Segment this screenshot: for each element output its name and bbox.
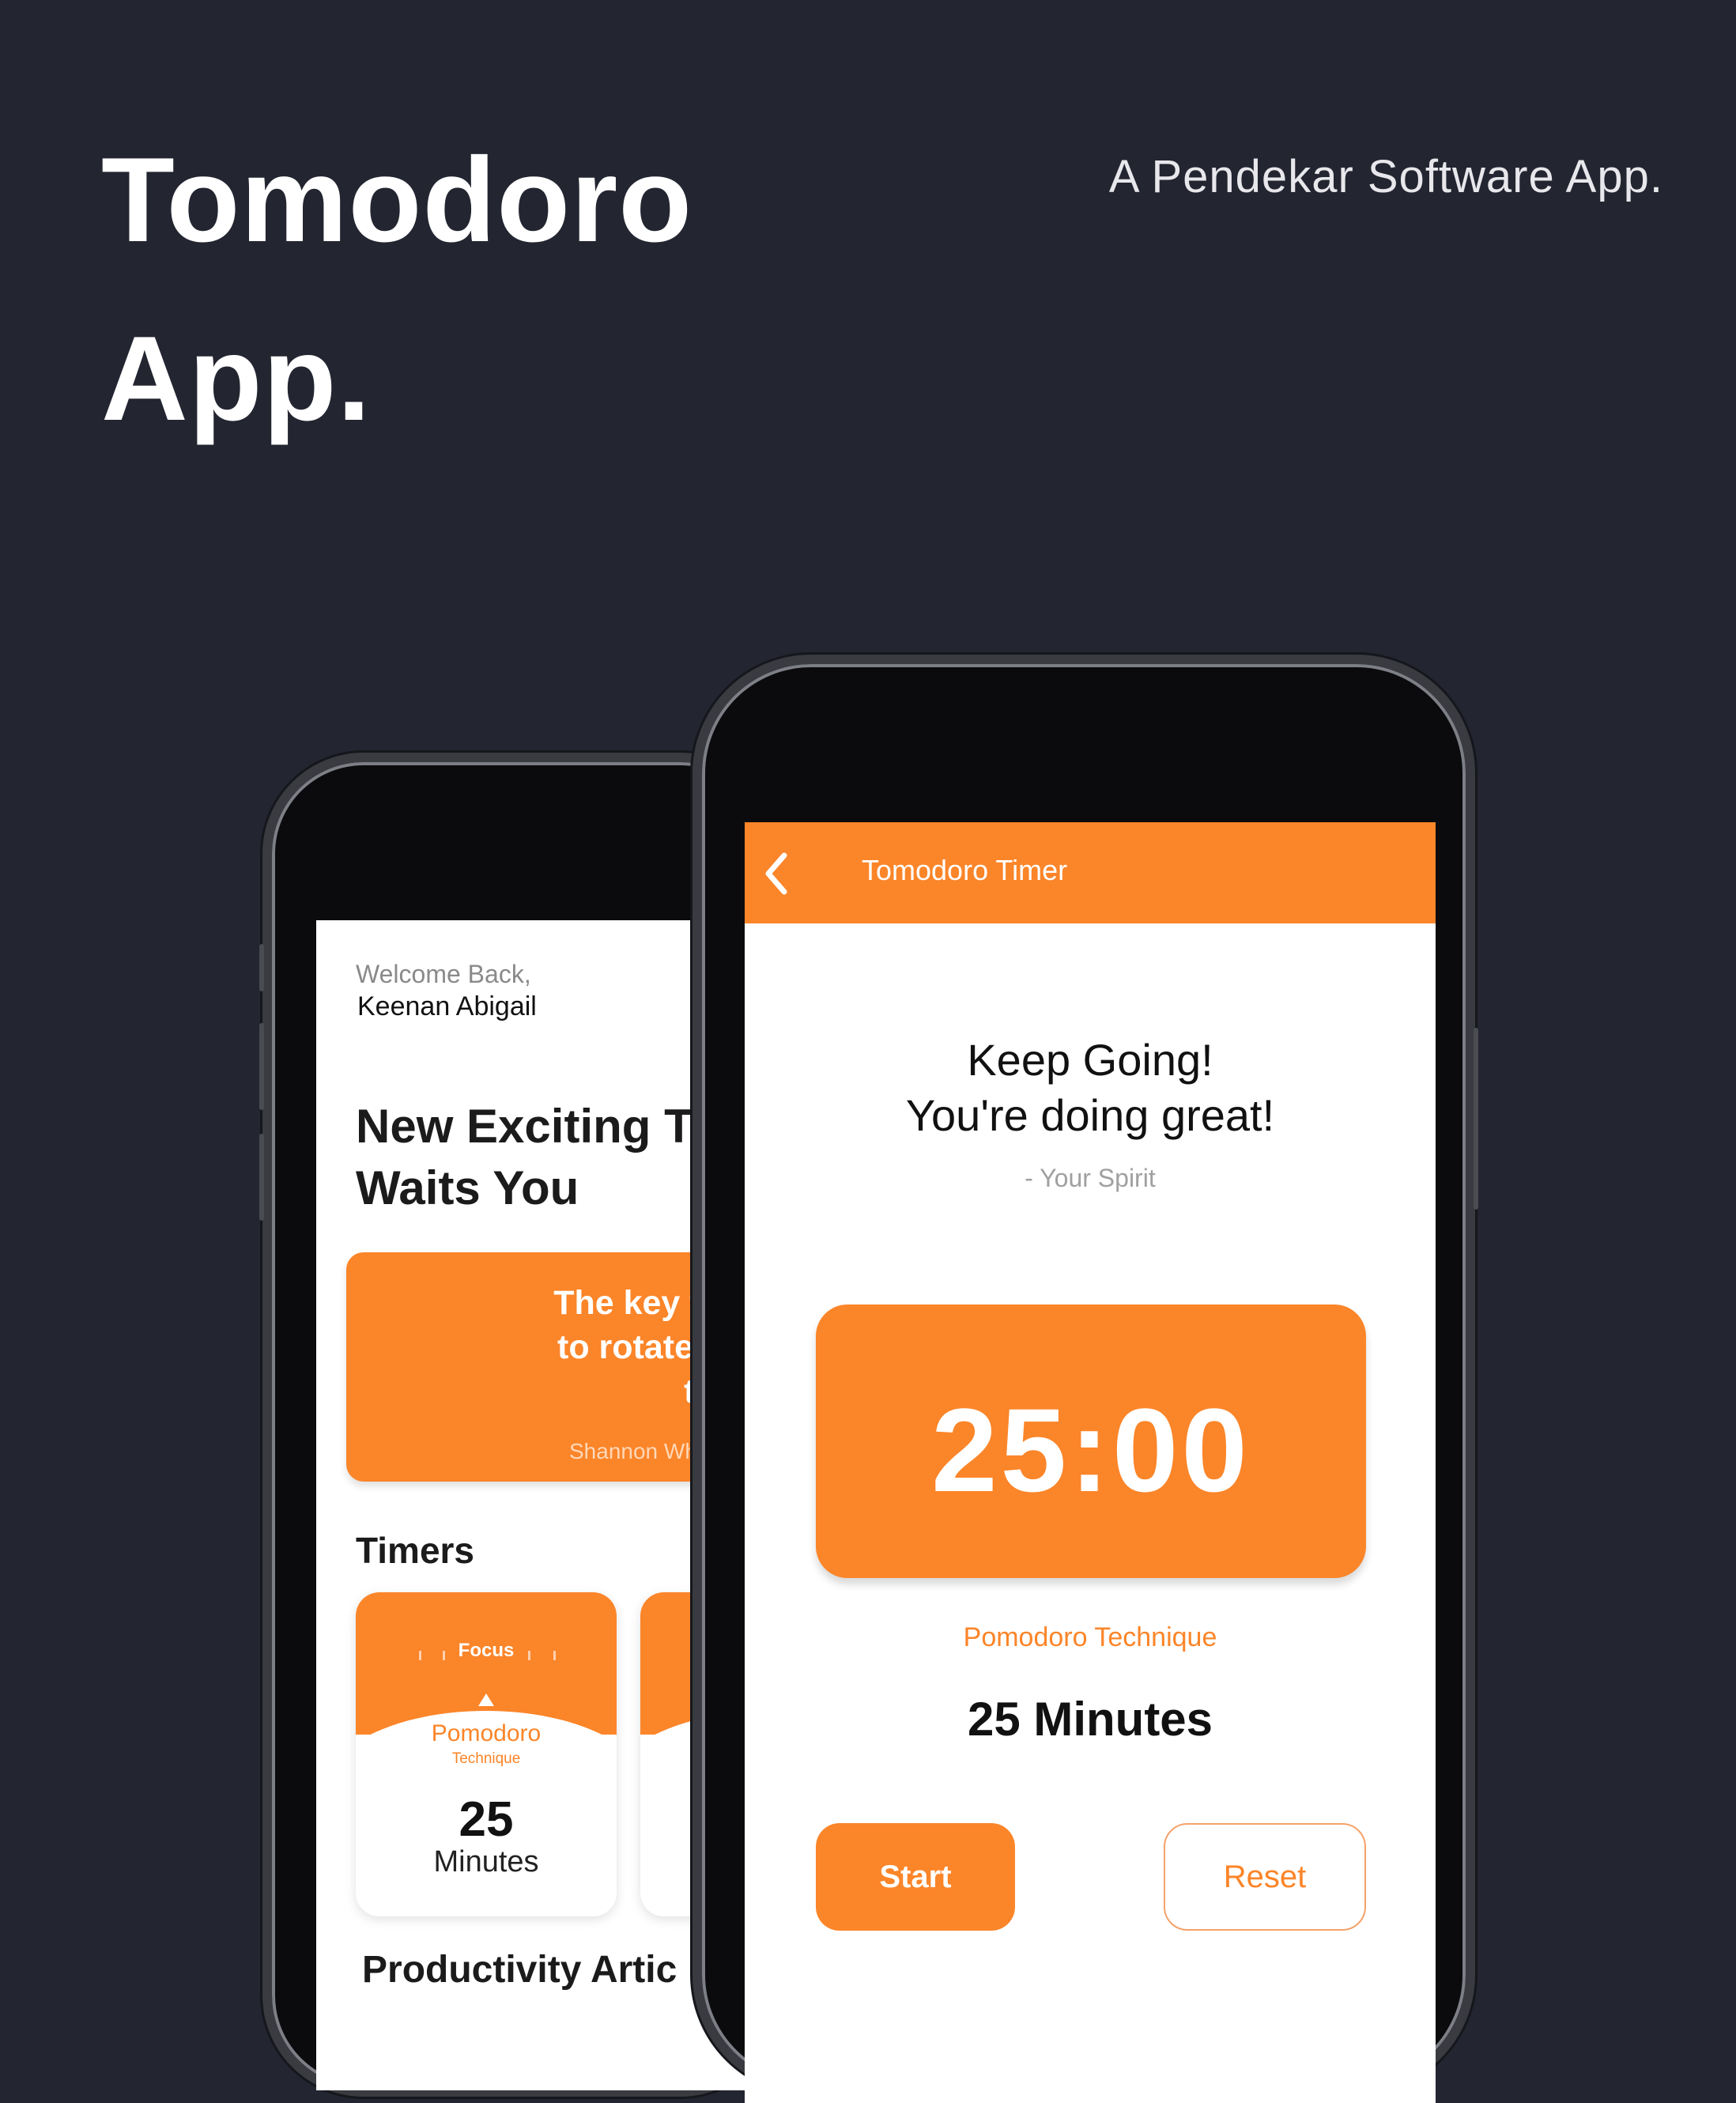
start-button[interactable]: Start — [816, 1823, 1015, 1931]
motto-line1: Keep Going! — [967, 1035, 1213, 1085]
hero-title-line2: App. — [101, 311, 372, 446]
technique-label: Pomodoro Technique — [963, 1622, 1217, 1652]
timer-card-name: Pomodoro — [431, 1720, 542, 1746]
phone-volume-button — [259, 1134, 264, 1221]
reset-button[interactable]: Reset — [1164, 1823, 1366, 1931]
phone-volume-button — [259, 1023, 264, 1110]
duration-label: 25 Minutes — [967, 1693, 1213, 1746]
phone-front: Tomodoro Timer Keep Going! You're doing … — [693, 655, 1478, 2103]
hero-subtitle: A Pendekar Software App. — [1108, 151, 1663, 202]
app-bar: Tomodoro Timer — [745, 822, 1436, 923]
timer-card-pomodoro[interactable]: Focus Pomodoro Technique 25 Minutes — [356, 1592, 617, 1916]
timer-card-subname: Technique — [451, 1750, 521, 1767]
timer-display: 25:00 — [816, 1304, 1366, 1578]
motto-author: - Your Spirit — [1025, 1164, 1156, 1192]
welcome-text: Welcome Back, — [356, 960, 531, 988]
hero-title-line1: Tomodoro — [101, 133, 693, 267]
timers-heading: Timers — [356, 1530, 475, 1571]
phone-power-button — [1474, 1028, 1478, 1210]
headline-line2: Waits You — [356, 1161, 579, 1214]
articles-heading: Productivity Artic — [362, 1949, 677, 1991]
back-button[interactable] — [756, 846, 803, 901]
phone-side-button — [259, 944, 264, 991]
quote-author: Shannon Wh — [569, 1439, 697, 1463]
dial-pointer-icon — [478, 1693, 494, 1706]
hero-title: Tomodoro App. — [101, 111, 813, 468]
timer-card-label: Focus — [458, 1640, 515, 1661]
app-bar-title: Tomodoro Timer — [862, 854, 1068, 886]
timer-value: 25:00 — [931, 1384, 1251, 1516]
chevron-left-icon — [765, 852, 787, 895]
timer-screen: Tomodoro Timer Keep Going! You're doing … — [745, 822, 1436, 2103]
motto-line2: You're doing great! — [905, 1090, 1275, 1140]
username: Keenan Abigail — [357, 991, 537, 1021]
headline-line1: New Exciting T — [356, 1100, 693, 1153]
timer-card-value: 25 — [459, 1792, 514, 1847]
home-headline: New Exciting T Waits You — [356, 1096, 693, 1219]
timer-card-unit: Minutes — [433, 1845, 539, 1878]
